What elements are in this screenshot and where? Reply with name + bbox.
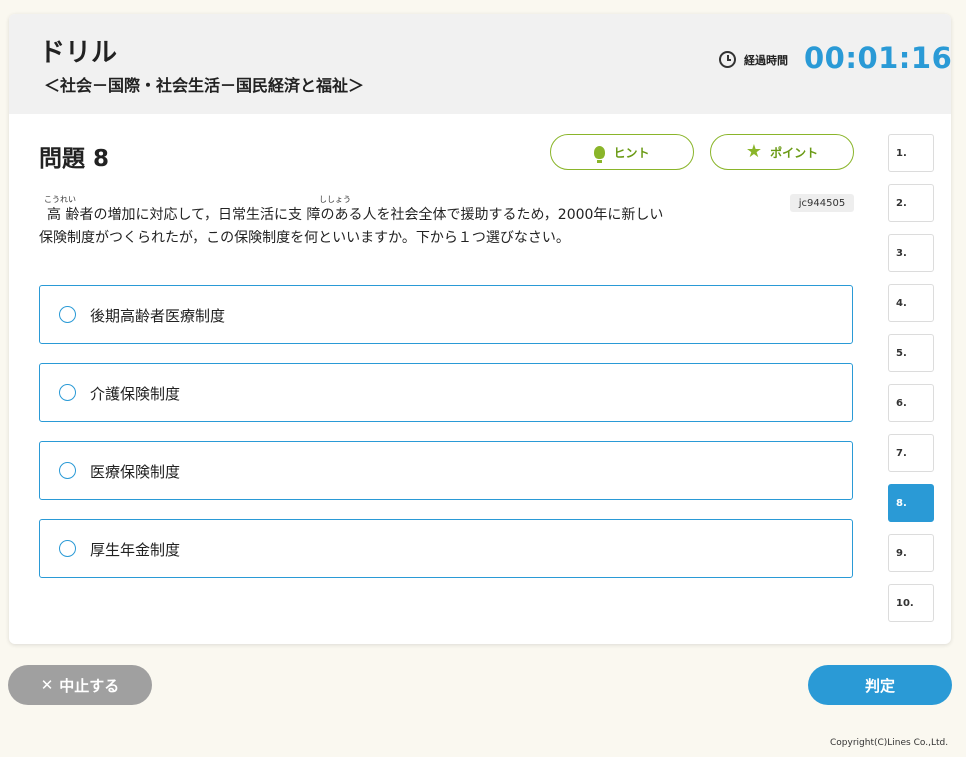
stop-label: 中止する bbox=[59, 676, 120, 695]
question-nav-6[interactable]: 6. bbox=[888, 384, 934, 422]
question-nav-5[interactable]: 5. bbox=[888, 334, 934, 372]
question-nav-7[interactable]: 7. bbox=[888, 434, 934, 472]
radio-button[interactable] bbox=[59, 306, 76, 323]
radio-button[interactable] bbox=[59, 540, 76, 557]
question-text-line2: 保険制度がつくられたが，この保険制度を何といいますか。下から１つ選びなさい。 bbox=[39, 230, 570, 246]
drill-title: ドリル bbox=[39, 38, 118, 68]
hint-label: ヒント bbox=[613, 145, 650, 160]
choice-label: 介護保険制度 bbox=[90, 385, 181, 403]
question-nav-4[interactable]: 4. bbox=[888, 284, 934, 322]
radio-button[interactable] bbox=[59, 462, 76, 479]
point-label: ポイント bbox=[770, 145, 819, 160]
choice-label: 後期高齢者医療制度 bbox=[90, 307, 226, 325]
stop-button[interactable]: ✕ 中止する bbox=[8, 665, 152, 705]
choice-label: 厚生年金制度 bbox=[90, 541, 181, 559]
point-button[interactable]: ★ ポイント bbox=[710, 134, 854, 170]
drill-subtitle: ＜社会－国際・社会生活－国民経済と福祉＞ bbox=[44, 76, 365, 95]
drill-header: ドリル ＜社会－国際・社会生活－国民経済と福祉＞ 経過時間 00:01:16 bbox=[9, 14, 951, 114]
question-id-badge: jc944505 bbox=[790, 194, 854, 212]
close-icon: ✕ bbox=[40, 676, 54, 694]
choice-option-1[interactable]: 後期高齢者医療制度 bbox=[39, 285, 853, 344]
question-nav-8[interactable]: 8. bbox=[888, 484, 934, 522]
star-icon: ★ bbox=[745, 141, 763, 162]
timer-label: 経過時間 bbox=[744, 54, 788, 67]
question-nav-9[interactable]: 9. bbox=[888, 534, 934, 572]
choice-label: 医療保険制度 bbox=[90, 463, 181, 481]
question-nav-3[interactable]: 3. bbox=[888, 234, 934, 272]
judge-button[interactable]: 判定 bbox=[808, 665, 952, 705]
question-text-line1: 高 齢者の増加に対応して，日常生活に支 障のある人を社会全体で援助するため，20… bbox=[47, 207, 664, 223]
choice-option-3[interactable]: 医療保険制度 bbox=[39, 441, 853, 500]
hint-button[interactable]: ヒント bbox=[550, 134, 694, 170]
radio-button[interactable] bbox=[59, 384, 76, 401]
question-nav-2[interactable]: 2. bbox=[888, 184, 934, 222]
copyright: Copyright(C)Lines Co.,Ltd. bbox=[830, 738, 949, 748]
choice-option-2[interactable]: 介護保険制度 bbox=[39, 363, 853, 422]
lightbulb-icon bbox=[594, 145, 606, 163]
timer-value: 00:01:16 bbox=[804, 41, 951, 75]
question-nav-1[interactable]: 1. bbox=[888, 134, 934, 172]
question-nav-10[interactable]: 10. bbox=[888, 584, 934, 622]
clock-icon bbox=[719, 51, 736, 68]
drill-card: ドリル ＜社会－国際・社会生活－国民経済と福祉＞ 経過時間 00:01:16 問… bbox=[9, 14, 951, 644]
choice-option-4[interactable]: 厚生年金制度 bbox=[39, 519, 853, 578]
question-title: 問題 8 bbox=[39, 146, 110, 172]
